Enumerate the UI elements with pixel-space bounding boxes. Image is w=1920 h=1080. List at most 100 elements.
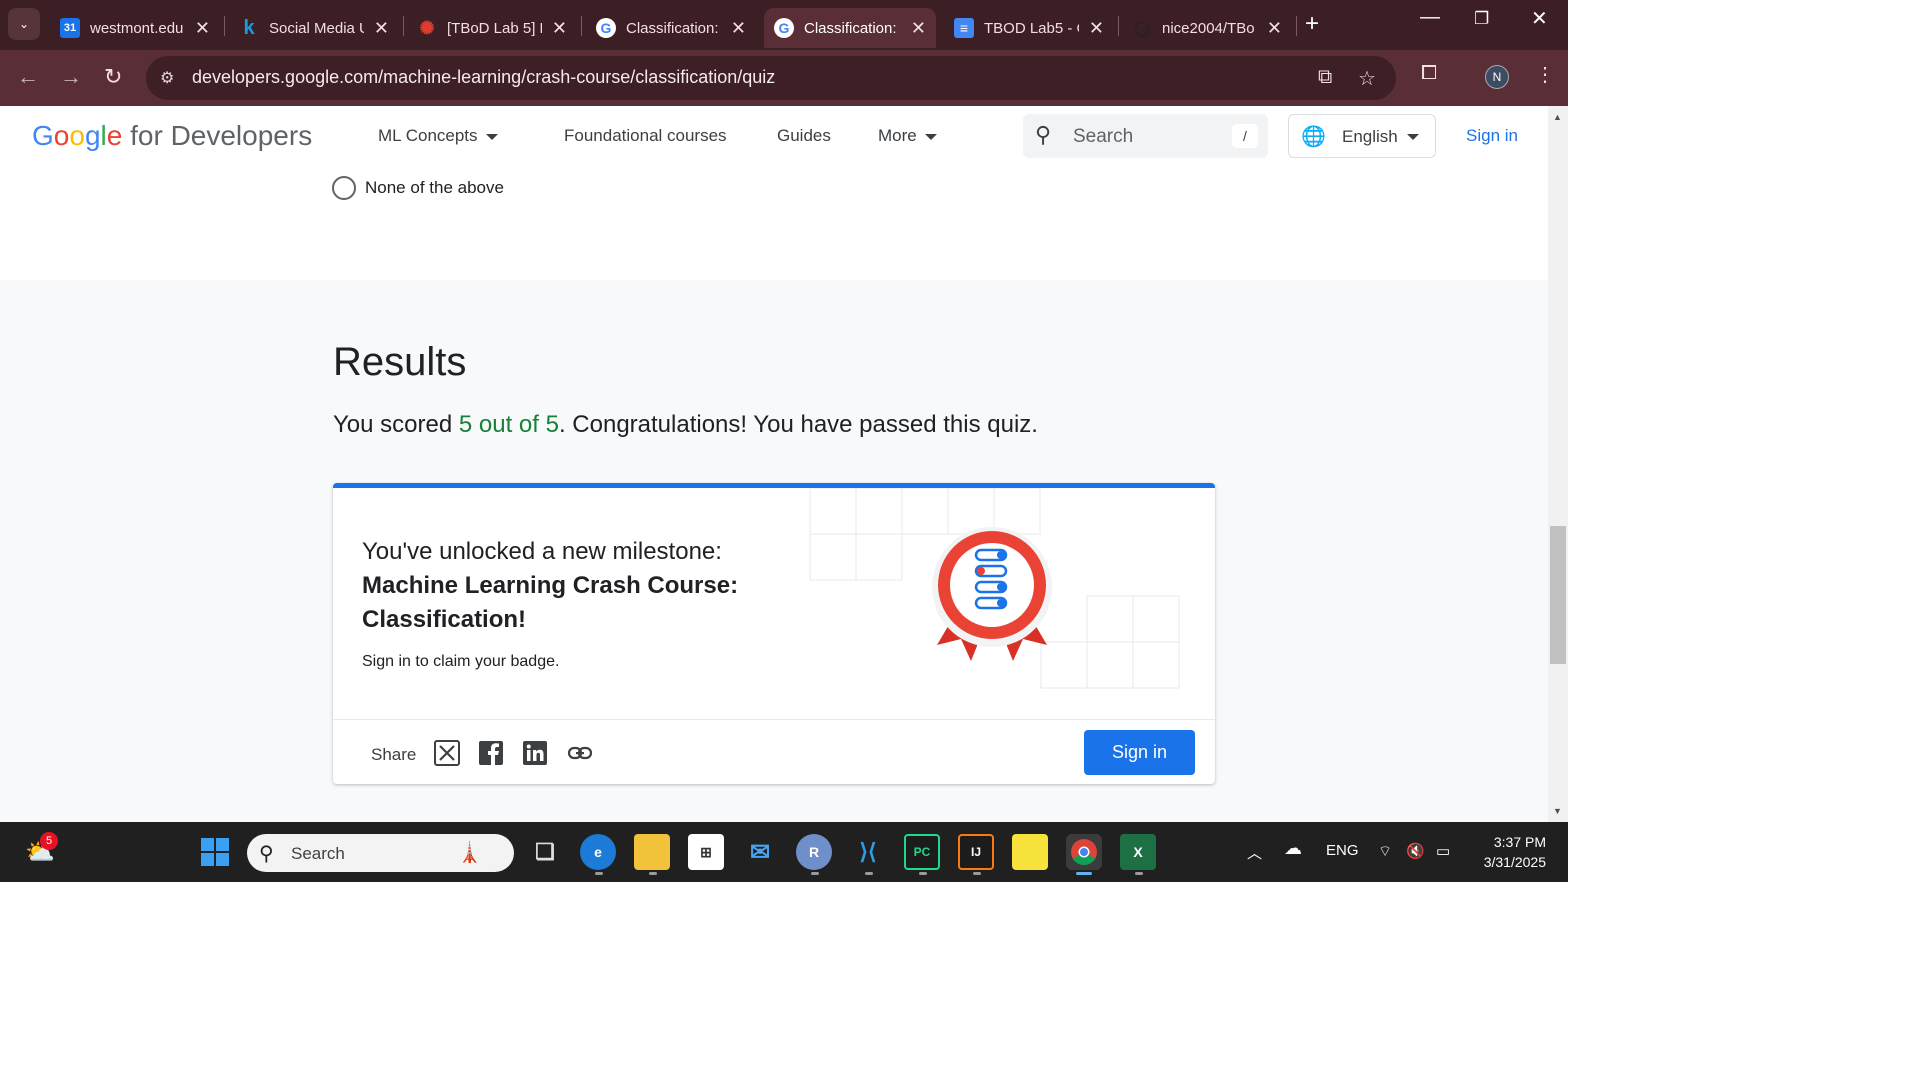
header-sign-in-link[interactable]: Sign in [1466, 126, 1518, 146]
sign-in-button[interactable]: Sign in [1084, 730, 1195, 775]
tab-github[interactable]: ◯ nice2004/TBo ✕ [1122, 8, 1292, 48]
divider [333, 719, 1215, 720]
chevron-down-icon [1407, 134, 1419, 140]
close-icon[interactable]: ✕ [374, 18, 389, 39]
profile-avatar[interactable]: N [1485, 65, 1509, 89]
score-text: You scored 5 out of 5. Congratulations! … [333, 411, 1038, 438]
install-app-icon[interactable]: ⧉ [1318, 66, 1332, 89]
close-icon[interactable]: ✕ [1089, 18, 1104, 39]
edge-icon[interactable]: e [580, 834, 616, 870]
x-twitter-icon[interactable] [434, 740, 460, 766]
tab-classification-1[interactable]: G Classification: ✕ [586, 8, 756, 48]
forward-arrow-icon[interactable]: → [60, 64, 82, 90]
milestone-intro: You've unlocked a new milestone: [362, 538, 722, 565]
battery-icon[interactable]: ▭ [1436, 842, 1450, 860]
milestone-topic: Classification! [362, 606, 527, 633]
vscode-icon[interactable]: ⟩⟨ [850, 834, 886, 870]
close-icon[interactable]: ✕ [1267, 18, 1282, 39]
language-label: English [1342, 127, 1398, 146]
facebook-icon[interactable] [478, 740, 504, 766]
page-scrollbar[interactable]: ▲ ▼ [1548, 106, 1568, 822]
search-icon: ⚲ [259, 843, 274, 865]
new-tab-plus-icon[interactable]: + [1305, 10, 1319, 38]
tab-tbod-lab5[interactable]: ✺ [TBoD Lab 5] E ✕ [407, 8, 577, 48]
search-shortcut-key: / [1232, 124, 1258, 148]
claim-badge-text: Sign in to claim your badge. [362, 653, 560, 670]
quiz-question-area: None of the above [0, 166, 1548, 280]
file-explorer-icon[interactable] [634, 834, 670, 870]
option-label: None of the above [365, 178, 504, 197]
results-heading: Results [333, 340, 467, 384]
wifi-icon[interactable]: ⌔ [1378, 842, 1392, 861]
extensions-icon[interactable]: ⧠ [1421, 62, 1437, 85]
browser-toolbar: ← → ↻ ⚙ developers.google.com/machine-le… [0, 50, 1568, 106]
tab-title: nice2004/TBo [1162, 19, 1255, 37]
google-icon: G [774, 18, 794, 38]
tab-classification-active[interactable]: G Classification: ✕ [764, 8, 936, 48]
search-placeholder: Search [1073, 126, 1134, 147]
search-icon: ⚲ [1035, 122, 1052, 147]
show-hidden-icons-chevron-icon[interactable]: ︿ [1247, 842, 1262, 863]
reload-icon[interactable]: ↻ [104, 64, 122, 90]
onedrive-cloud-icon[interactable]: ☁ [1284, 838, 1302, 859]
copy-link-icon[interactable] [567, 740, 593, 766]
sticky-notes-icon[interactable] [1012, 834, 1048, 870]
menu-kebab-icon[interactable]: ⋮ [1535, 62, 1555, 87]
globe-icon: 🌐 [1301, 126, 1326, 148]
minimize-icon[interactable]: — [1420, 6, 1440, 29]
scroll-up-icon[interactable]: ▲ [1553, 112, 1562, 122]
page-content: None of the above Google for Developers … [0, 106, 1548, 822]
language-select[interactable]: 🌐 English [1288, 114, 1436, 158]
clock-time: 3:37 PM [1493, 834, 1546, 850]
r-app-icon[interactable]: R [796, 834, 832, 870]
excel-icon[interactable]: X [1120, 834, 1156, 870]
scroll-thumb[interactable] [1550, 526, 1566, 664]
close-icon[interactable]: ✕ [731, 18, 746, 39]
input-language[interactable]: ENG [1326, 842, 1359, 859]
nav-ml-concepts[interactable]: ML Concepts [378, 126, 498, 146]
tab-search-chevron-icon[interactable]: ⌄ [8, 8, 40, 40]
canvas-icon: ✺ [419, 17, 435, 38]
tab-title: westmont.edu [90, 19, 184, 37]
scroll-down-icon[interactable]: ▼ [1553, 806, 1562, 816]
radio-none-of-the-above[interactable] [332, 176, 356, 200]
google-icon: G [596, 18, 616, 38]
close-icon[interactable]: ✕ [552, 18, 567, 39]
nav-guides[interactable]: Guides [777, 126, 831, 146]
site-settings-icon[interactable]: ⚙ [160, 68, 174, 88]
weather-badge: 5 [40, 832, 58, 850]
share-label: Share [371, 745, 417, 764]
close-icon[interactable]: ✕ [195, 18, 210, 39]
calendar-icon: 31 [60, 18, 80, 38]
close-icon[interactable]: ✕ [911, 18, 926, 39]
address-bar[interactable]: ⚙ developers.google.com/machine-learning… [146, 56, 1396, 100]
restore-icon[interactable]: ❐ [1474, 9, 1489, 29]
chrome-icon[interactable] [1066, 834, 1102, 870]
tab-tbod-doc[interactable]: ≡ TBOD Lab5 - C ✕ [944, 8, 1114, 48]
back-arrow-icon[interactable]: ← [17, 64, 39, 90]
nav-foundational-courses[interactable]: Foundational courses [564, 126, 727, 146]
pycharm-icon[interactable]: PC [904, 834, 940, 870]
search-highlight-icon: 🗼 [457, 842, 482, 864]
mail-icon[interactable]: ✉ [742, 834, 778, 870]
task-view-icon[interactable]: ❏ [527, 834, 563, 870]
tab-title: Social Media U [269, 19, 364, 37]
nav-more[interactable]: More [878, 126, 937, 146]
site-header: Google for Developers ML Concepts Founda… [0, 106, 1548, 166]
clock[interactable]: 3:37 PM 3/31/2025 [1476, 832, 1546, 872]
url-text[interactable]: developers.google.com/machine-learning/c… [192, 67, 775, 88]
tab-social-media[interactable]: k Social Media U ✕ [229, 8, 399, 48]
milestone-card: You've unlocked a new milestone: Machine… [333, 483, 1215, 784]
tab-westmont[interactable]: 31 westmont.edu ✕ [50, 8, 220, 48]
score-value: 5 out of 5 [458, 411, 559, 438]
google-for-developers-logo[interactable]: Google for Developers [32, 120, 312, 152]
intellij-icon[interactable]: IJ [958, 834, 994, 870]
linkedin-icon[interactable] [522, 740, 548, 766]
site-search[interactable]: ⚲ Search / [1023, 114, 1268, 158]
store-icon[interactable]: ⊞ [688, 834, 724, 870]
windows-start-icon[interactable] [197, 834, 233, 870]
volume-muted-icon[interactable]: 🔇 [1406, 842, 1425, 860]
bookmark-star-icon[interactable]: ☆ [1358, 66, 1376, 91]
close-window-icon[interactable]: ✕ [1531, 6, 1548, 31]
taskbar-search[interactable]: ⚲ Search 🗼 [247, 834, 514, 872]
